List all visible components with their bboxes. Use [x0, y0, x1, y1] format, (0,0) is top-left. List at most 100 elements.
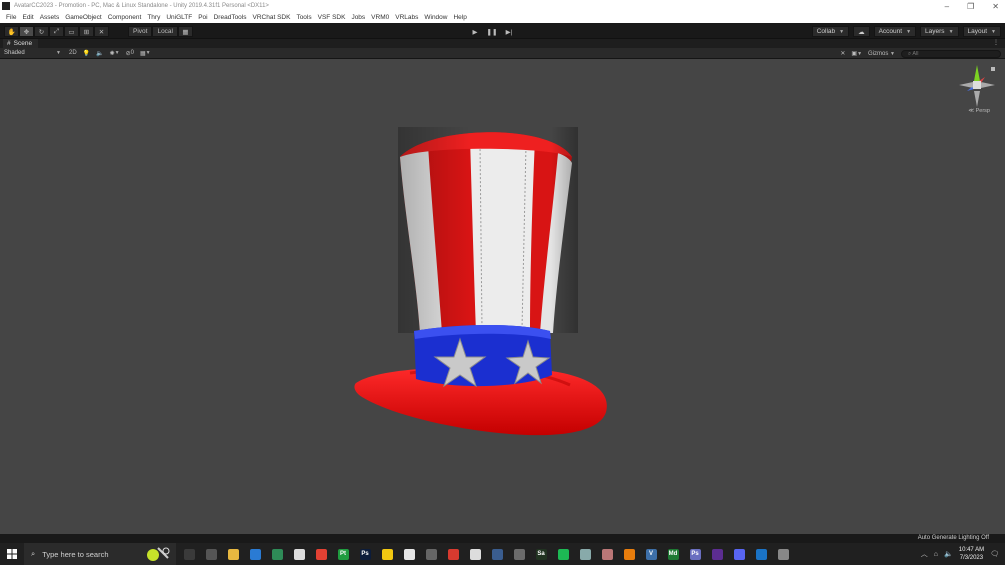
scale-tool-button[interactable]: ⤢: [49, 26, 64, 37]
local-toggle[interactable]: Local: [152, 26, 178, 37]
unity-app-icon: [2, 2, 10, 10]
effects-dropdown[interactable]: ✺ ▼: [110, 50, 120, 57]
taskbar-app-github[interactable]: [464, 543, 486, 565]
tab-scene[interactable]: # Scene: [3, 39, 39, 48]
scene-viewport[interactable]: ≪ Persp: [0, 59, 1005, 534]
taskbar-app-blender-alt[interactable]: [618, 543, 640, 565]
taskbar-app-discord[interactable]: [728, 543, 750, 565]
menu-tools[interactable]: Tools: [293, 14, 314, 21]
tab-menu-icon[interactable]: ⋮: [993, 39, 999, 46]
menu-thry[interactable]: Thry: [144, 14, 163, 21]
grid-dropdown[interactable]: ▦ ▼: [140, 50, 151, 57]
taskbar-app-shield[interactable]: [420, 543, 442, 565]
audio-toggle[interactable]: 🔈: [96, 50, 103, 57]
taskbar-clock[interactable]: 10:47 AM 7/3/2023: [959, 546, 984, 562]
taskbar-app-calculator[interactable]: [508, 543, 530, 565]
hand-tool-button[interactable]: ✋: [4, 26, 19, 37]
taskbar-app-vscode[interactable]: [772, 543, 794, 565]
top-hat-model[interactable]: [350, 127, 614, 439]
terminal-icon: [183, 548, 195, 560]
taskbar-app-leaf[interactable]: [266, 543, 288, 565]
menu-window[interactable]: Window: [421, 14, 450, 21]
custom-tool-button[interactable]: ✕: [94, 26, 109, 37]
menu-dreadtools[interactable]: DreadTools: [211, 14, 250, 21]
rect-tool-button[interactable]: ▭: [64, 26, 79, 37]
taskbar-app-image[interactable]: [596, 543, 618, 565]
taskbar-search-input[interactable]: ⌕ Type here to search: [24, 543, 176, 565]
scene-view-right-controls: ✕ ▣▼ Gizmos ▼ ⌕ All: [840, 49, 1001, 58]
marvelous-icon: Md: [667, 548, 679, 560]
mode-2d-toggle[interactable]: 2D: [69, 50, 77, 56]
taskbar-app-photoshop-alt[interactable]: Ps: [684, 543, 706, 565]
lighting-status[interactable]: Auto Generate Lighting Off: [918, 535, 989, 541]
lighting-toggle[interactable]: 💡: [83, 50, 90, 57]
taskbar-app-globe[interactable]: [200, 543, 222, 565]
taskbar-app-folder[interactable]: [222, 543, 244, 565]
taskbar-app-chrome[interactable]: [310, 543, 332, 565]
search-placeholder: All: [912, 50, 919, 57]
pivot-toggle[interactable]: Pivot: [128, 26, 153, 37]
menu-unigltf[interactable]: UniGLTF: [163, 14, 195, 21]
main-toolbar: ✋ ✥ ↻ ⤢ ▭ ⊞ ✕ Pivot Local ▦ ▶ ❚❚ ▶| Coll…: [0, 23, 1005, 39]
taskbar-app-video[interactable]: [750, 543, 772, 565]
notification-icon[interactable]: 🗨: [990, 550, 999, 558]
taskbar-app-unity[interactable]: [288, 543, 310, 565]
taskbar-app-window[interactable]: [398, 543, 420, 565]
menu-edit[interactable]: Edit: [19, 14, 36, 21]
menu-vrm0[interactable]: VRM0: [368, 14, 392, 21]
taskbar-app-cube[interactable]: [574, 543, 596, 565]
shading-mode-dropdown[interactable]: Shaded ▼: [2, 49, 63, 58]
close-button[interactable]: ✕: [992, 2, 999, 11]
light-bulb-icon: 💡: [82, 50, 91, 57]
clock-date: 7/3/2023: [959, 555, 984, 561]
taskbar-app-terminal[interactable]: [178, 543, 200, 565]
layers-dropdown[interactable]: Layers ▼: [920, 26, 959, 37]
network-icon[interactable]: ⌂: [934, 551, 938, 558]
projection-label[interactable]: ≪ Persp: [968, 108, 990, 114]
collab-dropdown[interactable]: Collab ▼: [811, 26, 850, 37]
play-button[interactable]: ▶: [467, 26, 483, 37]
taskbar-app-notes[interactable]: [376, 543, 398, 565]
taskbar-app-substance[interactable]: Sa: [530, 543, 552, 565]
taskbar-app-spotify[interactable]: [552, 543, 574, 565]
chevron-up-icon[interactable]: ︿: [921, 549, 928, 559]
gizmos-dropdown[interactable]: Gizmos ▼: [868, 51, 895, 57]
cloud-button[interactable]: ☁: [853, 26, 870, 37]
start-button[interactable]: [0, 543, 24, 565]
menu-vrchat-sdk[interactable]: VRChat SDK: [250, 14, 294, 21]
taskbar-app-pycharm[interactable]: Pt: [332, 543, 354, 565]
menu-component[interactable]: Component: [105, 14, 145, 21]
taskbar-app-photoshop[interactable]: Ps: [354, 543, 376, 565]
taskbar-app-marvelous[interactable]: Md: [662, 543, 684, 565]
volume-icon[interactable]: 🔈: [944, 550, 953, 558]
maximize-button[interactable]: ❐: [967, 2, 974, 11]
layout-dropdown[interactable]: Layout ▼: [962, 26, 1001, 37]
taskbar-app-vs[interactable]: [706, 543, 728, 565]
gizmos-label: Gizmos: [868, 50, 889, 57]
pause-button[interactable]: ❚❚: [484, 26, 500, 37]
menu-poi[interactable]: Poi: [195, 14, 210, 21]
menu-assets[interactable]: Assets: [37, 14, 63, 21]
camera-dropdown[interactable]: ▣▼: [851, 50, 862, 57]
taskbar-app-red-app[interactable]: [442, 543, 464, 565]
menu-file[interactable]: File: [3, 14, 19, 21]
transform-tool-button[interactable]: ⊞: [79, 26, 94, 37]
account-dropdown[interactable]: Account ▼: [873, 26, 917, 37]
menu-gameobject[interactable]: GameObject: [62, 14, 105, 21]
menu-vsf-sdk[interactable]: VSF SDK: [315, 14, 349, 21]
menu-jobs[interactable]: Jobs: [348, 14, 368, 21]
rotate-tool-button[interactable]: ↻: [34, 26, 49, 37]
menu-vrlabs[interactable]: VRLabs: [392, 14, 421, 21]
move-tool-button[interactable]: ✥: [19, 26, 34, 37]
taskbar-app-vroid[interactable]: V: [640, 543, 662, 565]
menu-help[interactable]: Help: [450, 14, 469, 21]
hidden-objects-toggle[interactable]: ⊘ 0: [126, 50, 134, 57]
minimize-button[interactable]: –: [945, 2, 949, 11]
tools-icon[interactable]: ✕: [840, 50, 845, 57]
step-button[interactable]: ▶|: [501, 26, 517, 37]
leaf-icon: [271, 548, 283, 560]
taskbar-app-blender[interactable]: [486, 543, 508, 565]
taskbar-app-chat[interactable]: [244, 543, 266, 565]
grid-snap-button[interactable]: ▦: [178, 26, 193, 37]
scene-search-input[interactable]: ⌕ All: [901, 49, 1001, 58]
